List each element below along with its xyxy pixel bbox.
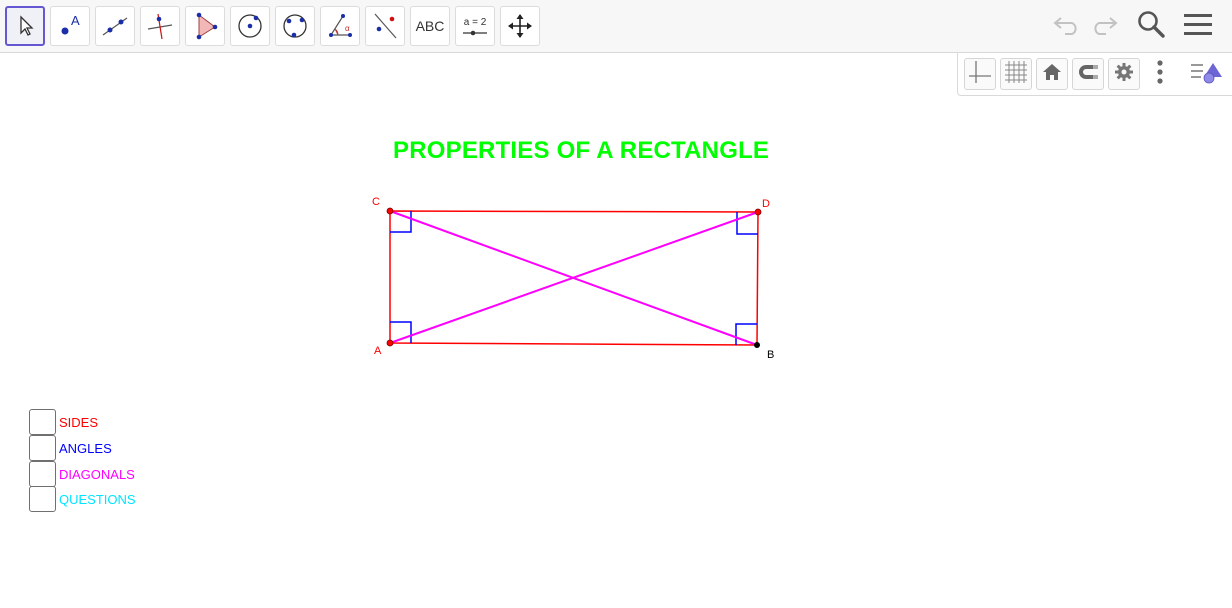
point-label-d: D (762, 198, 770, 210)
hamburger-menu-icon (1184, 12, 1212, 41)
move-graphics-view-icon (507, 13, 533, 39)
checkbox-diagonals[interactable] (29, 461, 56, 487)
search-button[interactable] (1134, 8, 1168, 44)
angle-tool-button[interactable]: α (320, 6, 360, 46)
reflect-tool-button[interactable] (365, 6, 405, 46)
graphics-style-bar (957, 53, 1232, 96)
search-icon (1136, 9, 1166, 44)
point-c[interactable] (386, 207, 394, 215)
checkbox-sides-row[interactable]: SIDES (29, 409, 98, 435)
slider-tool-button[interactable]: a = 2 (455, 6, 495, 46)
checkbox-angles-row[interactable]: ANGLES (29, 435, 112, 461)
style-bar-toggle-button[interactable] (1190, 58, 1222, 90)
checkbox-diagonals-row[interactable]: DIAGONALS (29, 461, 135, 487)
checkbox-sides-label[interactable]: SIDES (59, 415, 98, 430)
undo-button[interactable] (1050, 8, 1084, 44)
angle-glyph: α (345, 24, 350, 33)
circle-center-tool-button[interactable] (230, 6, 270, 46)
point-label-c: C (372, 196, 380, 208)
perpendicular-tool-button[interactable] (140, 6, 180, 46)
checkbox-angles-label[interactable]: ANGLES (59, 441, 112, 456)
point-b[interactable] (754, 342, 760, 348)
checkbox-questions-row[interactable]: QUESTIONS (29, 486, 136, 512)
right-angle-marker-a (390, 321, 412, 343)
perpendicular-line-icon (145, 11, 175, 41)
main-menu-button[interactable] (1181, 8, 1215, 44)
style-bar-toggle-icon (1189, 59, 1223, 90)
standard-view-button[interactable] (1036, 58, 1068, 90)
checkbox-angles[interactable] (29, 435, 56, 461)
diagonal-cb[interactable] (389, 210, 758, 346)
polygon-tool-button[interactable] (185, 6, 225, 46)
axes-icon (968, 60, 992, 89)
move-tool-button[interactable] (5, 6, 45, 46)
point-icon: A (55, 11, 85, 41)
canvas-title: PROPERTIES OF A RECTANGLE (393, 137, 770, 164)
slider-icon (462, 30, 488, 36)
text-tool-icon: ABC (415, 18, 445, 34)
point-label-a: A (374, 345, 382, 357)
polygon-icon (190, 11, 220, 41)
right-angle-marker-d (736, 212, 758, 235)
toggle-axes-button[interactable] (964, 58, 996, 90)
checkbox-questions-label[interactable]: QUESTIONS (59, 492, 136, 507)
undo-icon (1052, 13, 1082, 40)
home-icon (1042, 62, 1062, 87)
point-a[interactable] (386, 339, 394, 347)
redo-icon (1089, 13, 1119, 40)
checkbox-sides[interactable] (29, 409, 56, 435)
redo-button[interactable] (1087, 8, 1121, 44)
circle-center-point-icon (235, 11, 265, 41)
checkbox-questions[interactable] (29, 486, 56, 512)
angle-icon: α (325, 11, 355, 41)
settings-gear-icon (1114, 62, 1134, 87)
diagonal-ad[interactable] (389, 211, 759, 344)
circle-three-points-icon (280, 11, 310, 41)
point-d[interactable] (754, 208, 762, 216)
checkbox-diagonals-label[interactable]: DIAGONALS (59, 467, 135, 482)
reflect-about-line-icon (370, 11, 400, 41)
more-vertical-icon (1156, 59, 1164, 90)
circle-three-points-tool-button[interactable] (275, 6, 315, 46)
graphics-settings-button[interactable] (1108, 58, 1140, 90)
main-toolbar: A α ABC a = 2 (0, 0, 1232, 53)
cursor-arrow-icon (15, 14, 35, 38)
line-through-points-icon (100, 11, 130, 41)
line-tool-button[interactable] (95, 6, 135, 46)
point-capturing-button[interactable] (1072, 58, 1104, 90)
text-tool-button[interactable]: ABC (410, 6, 450, 46)
right-angle-marker-c (390, 211, 412, 233)
rectangle-sides[interactable] (389, 210, 759, 346)
right-angle-marker-b (735, 323, 757, 345)
point-label-b: B (767, 349, 774, 361)
slider-tool-label: a = 2 (463, 16, 487, 28)
point-glyph: A (71, 13, 80, 28)
move-view-tool-button[interactable] (500, 6, 540, 46)
snap-magnet-icon (1076, 62, 1100, 87)
toggle-grid-button[interactable] (1000, 58, 1032, 90)
grid-icon (1004, 60, 1028, 89)
more-options-button[interactable] (1144, 58, 1176, 90)
point-tool-button[interactable]: A (50, 6, 90, 46)
